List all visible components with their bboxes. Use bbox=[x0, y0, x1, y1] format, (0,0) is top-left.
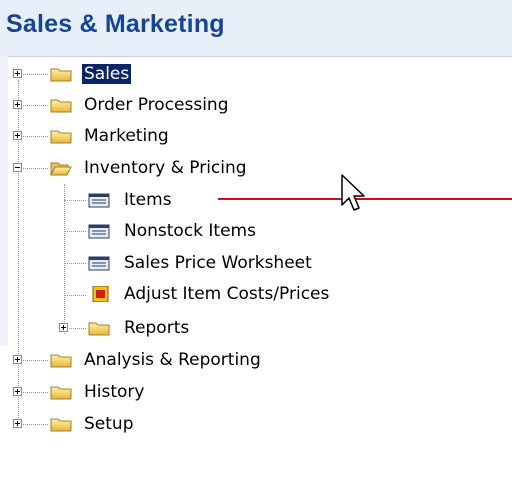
mouse-pointer-icon bbox=[341, 174, 365, 211]
folder-icon bbox=[88, 322, 110, 336]
tree-item-nonstock-items[interactable]: Nonstock Items bbox=[124, 221, 256, 241]
tree-connector bbox=[18, 105, 48, 107]
tree-connector bbox=[18, 168, 48, 170]
expand-order-processing-toggle[interactable] bbox=[13, 100, 22, 109]
folder-icon bbox=[50, 418, 72, 432]
tree-connector bbox=[18, 360, 48, 362]
tree-item-sales-price-worksheet[interactable]: Sales Price Worksheet bbox=[124, 253, 312, 273]
tree-guide-line bbox=[64, 184, 66, 334]
tree-connector bbox=[64, 295, 86, 297]
open-folder-icon bbox=[50, 162, 72, 176]
tree-item-analysis-reporting[interactable]: Analysis & Reporting bbox=[84, 350, 261, 370]
tree-item-setup[interactable]: Setup bbox=[84, 414, 133, 434]
tree-item-reports[interactable]: Reports bbox=[124, 318, 189, 338]
folder-icon bbox=[50, 354, 72, 368]
folder-icon bbox=[50, 386, 72, 400]
tree-connector bbox=[18, 74, 48, 76]
tree-item-order-processing[interactable]: Order Processing bbox=[84, 95, 229, 115]
tree-item-sales[interactable]: Sales bbox=[82, 64, 132, 84]
tree-item-marketing[interactable]: Marketing bbox=[84, 126, 169, 146]
list-form-icon bbox=[88, 193, 110, 208]
tree-item-history[interactable]: History bbox=[84, 382, 144, 402]
tree-connector bbox=[64, 263, 86, 265]
tree-item-adjust-item-costs[interactable]: Adjust Item Costs/Prices bbox=[124, 284, 329, 304]
navigation-tree: Sales Order Processing Marketing Invento… bbox=[0, 60, 512, 489]
expand-analysis-reporting-toggle[interactable] bbox=[13, 355, 22, 364]
title-bar: Sales & Marketing bbox=[0, 0, 512, 57]
collapse-inventory-pricing-toggle[interactable] bbox=[13, 163, 22, 172]
tree-item-items[interactable]: Items bbox=[124, 190, 172, 210]
list-form-icon bbox=[88, 224, 110, 239]
expand-setup-toggle[interactable] bbox=[13, 419, 22, 428]
tree-connector bbox=[18, 392, 48, 394]
expand-reports-toggle[interactable] bbox=[59, 323, 68, 332]
folder-icon bbox=[50, 68, 72, 82]
list-form-icon bbox=[88, 256, 110, 271]
expand-marketing-toggle[interactable] bbox=[13, 131, 22, 140]
folder-icon bbox=[50, 130, 72, 144]
tree-connector bbox=[64, 231, 86, 233]
tree-connector bbox=[18, 136, 48, 138]
expand-history-toggle[interactable] bbox=[13, 387, 22, 396]
tree-connector bbox=[64, 200, 86, 202]
tree-item-inventory-pricing[interactable]: Inventory & Pricing bbox=[84, 158, 247, 178]
folder-icon bbox=[50, 99, 72, 113]
page-title: Sales & Marketing bbox=[6, 10, 225, 38]
tree-connector bbox=[18, 424, 48, 426]
expand-sales-toggle[interactable] bbox=[13, 69, 22, 78]
batch-job-icon bbox=[92, 286, 109, 302]
